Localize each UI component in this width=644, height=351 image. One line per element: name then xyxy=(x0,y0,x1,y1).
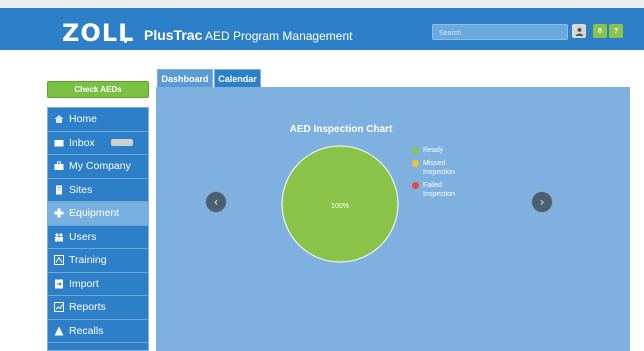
sidebar-item-home[interactable]: Home xyxy=(48,108,148,132)
inbox-count-badge xyxy=(110,139,133,147)
browser-strip xyxy=(0,0,644,8)
sidebar-item-recalls[interactable]: Recalls xyxy=(48,320,148,343)
tab-dashboard[interactable]: Dashboard xyxy=(157,69,213,87)
legend-swatch xyxy=(412,147,419,154)
sidebar-item-label: Sites xyxy=(69,183,93,196)
sidebar-nav: Home Inbox My Company Sites Equipment Us… xyxy=(47,107,149,351)
legend-label: Missed Inspection xyxy=(423,160,455,176)
product-subtitle: AED Program Management xyxy=(202,29,353,43)
chart-title: AED Inspection Chart xyxy=(289,124,393,135)
chevron-right-icon[interactable]: › xyxy=(531,191,553,213)
training-icon xyxy=(54,255,64,266)
sidebar-item-label: My Company xyxy=(69,160,131,173)
briefcase-icon xyxy=(54,161,64,171)
legend-label: Failed Inspection xyxy=(423,182,455,198)
legend-item-ready: Ready xyxy=(412,146,482,155)
import-icon xyxy=(54,279,64,289)
sidebar-item-label: Home xyxy=(69,113,98,126)
sidebar-item-label: Import xyxy=(69,277,99,290)
pie-data-label: 100% xyxy=(331,203,349,210)
app-header: ZOLL PlusTrac AED Program Management 0 ? xyxy=(0,8,644,50)
sidebar-item-equipment[interactable]: Equipment xyxy=(48,202,148,226)
notification-button[interactable]: 0 xyxy=(593,24,607,38)
chevron-left-icon[interactable]: ‹ xyxy=(205,191,227,213)
reports-icon xyxy=(54,302,64,313)
sidebar-item-sites[interactable]: Sites xyxy=(48,179,148,202)
tab-calendar[interactable]: Calendar xyxy=(214,69,261,87)
sidebar-item-label: Training xyxy=(69,254,107,267)
check-aeds-button[interactable]: Check AEDs xyxy=(47,81,149,98)
sidebar-item-users[interactable]: Users xyxy=(48,226,148,249)
sidebar-item-label: Equipment xyxy=(69,207,120,220)
users-icon xyxy=(54,232,64,242)
legend-label: Ready xyxy=(423,147,444,154)
sidebar-item-training[interactable]: Training xyxy=(48,249,148,273)
legend-swatch xyxy=(412,160,419,167)
inspection-pie-chart: 100% xyxy=(281,145,399,263)
sidebar-item-import[interactable]: Import xyxy=(48,273,148,296)
sidebar-item-inbox[interactable]: Inbox xyxy=(48,132,148,155)
product-title: PlusTrac AED Program Management xyxy=(144,26,352,45)
sidebar-item-label: Recalls xyxy=(69,324,104,337)
dashboard-panel: AED Inspection Chart ‹ 100% Ready Missed… xyxy=(156,87,630,351)
sidebar-item-label: Users xyxy=(69,230,97,243)
legend-swatch xyxy=(412,182,419,189)
page: ZOLL PlusTrac AED Program Management 0 ?… xyxy=(0,0,644,351)
legend-item-missed: Missed Inspection xyxy=(412,159,482,177)
home-icon xyxy=(54,114,64,124)
product-name: PlusTrac xyxy=(144,27,203,43)
inbox-icon xyxy=(54,138,64,148)
logo-registered-mark xyxy=(124,40,127,43)
warning-icon xyxy=(54,326,64,336)
sidebar-item-label: Inbox xyxy=(69,136,95,149)
chart-legend: Ready Missed Inspection Failed Inspectio… xyxy=(412,146,482,203)
equipment-icon xyxy=(54,208,64,218)
search-input[interactable] xyxy=(432,24,568,40)
user-icon[interactable] xyxy=(572,24,586,38)
help-button[interactable]: ? xyxy=(609,24,623,38)
legend-item-failed: Failed Inspection xyxy=(412,181,482,199)
sidebar-item-label: Reports xyxy=(69,301,106,314)
sidebar-item-my-company[interactable]: My Company xyxy=(48,155,148,179)
building-icon xyxy=(54,185,64,195)
sidebar-item-reports[interactable]: Reports xyxy=(48,296,148,320)
